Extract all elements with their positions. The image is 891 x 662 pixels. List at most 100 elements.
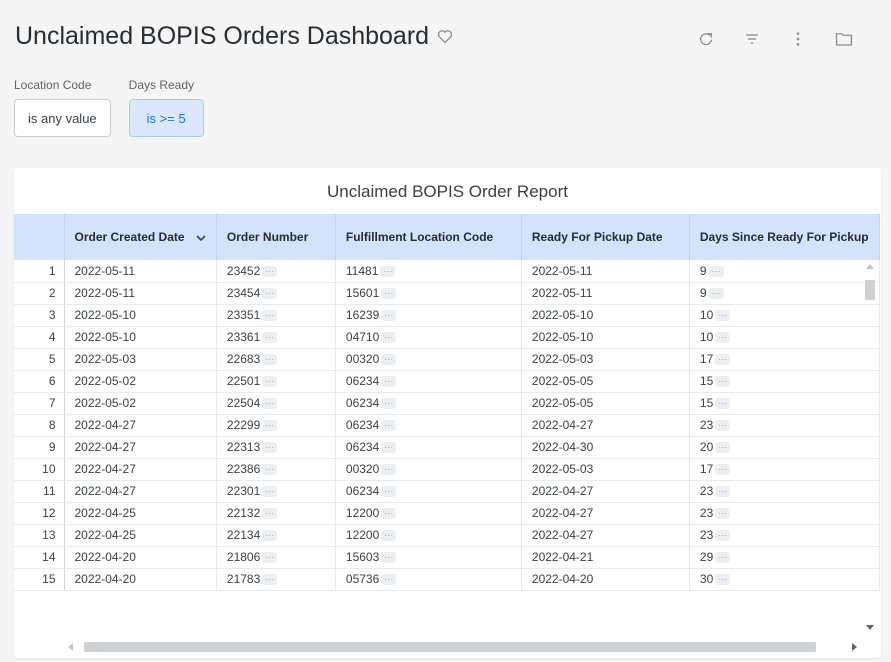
order-number-cell[interactable]: 22132 ··· (216, 502, 336, 525)
column-header-order-created-date[interactable]: Order Created Date (64, 214, 217, 260)
drill-menu-ellipsis[interactable]: ··· (715, 420, 731, 431)
fulfillment-location-code-cell[interactable]: 06234 ··· (335, 480, 522, 503)
days-since-ready-cell[interactable]: 30 ··· (689, 568, 880, 591)
drill-menu-ellipsis[interactable]: ··· (708, 265, 724, 277)
order-number-cell[interactable]: 22134 ··· (216, 524, 336, 547)
drill-menu-ellipsis[interactable]: ··· (262, 508, 278, 519)
drill-menu-ellipsis[interactable]: ··· (262, 265, 278, 277)
chevron-down-icon[interactable] (196, 230, 206, 244)
drill-menu-ellipsis[interactable]: ··· (715, 376, 731, 387)
days-since-ready-cell[interactable]: 20 ··· (689, 436, 880, 459)
more-vert-icon[interactable] (775, 28, 821, 50)
fulfillment-location-code-cell[interactable]: 04710 ··· (335, 326, 522, 349)
drill-menu-ellipsis[interactable]: ··· (262, 310, 278, 321)
drill-menu-ellipsis[interactable]: ··· (381, 552, 397, 563)
drill-menu-ellipsis[interactable]: ··· (715, 332, 731, 343)
order-number-cell[interactable]: 23361 ··· (216, 326, 336, 349)
days-since-ready-cell[interactable]: 29 ··· (689, 546, 880, 569)
order-number-cell[interactable]: 23454 ··· (216, 282, 336, 305)
fulfillment-location-code-cell[interactable]: 06234 ··· (335, 370, 522, 393)
fulfillment-location-code-cell[interactable]: 15601 ··· (335, 282, 522, 305)
fulfillment-location-code-cell[interactable]: 12200 ··· (335, 502, 522, 525)
drill-menu-ellipsis[interactable]: ··· (381, 288, 397, 299)
fulfillment-location-code-cell[interactable]: 00320 ··· (335, 458, 522, 481)
order-number-cell[interactable]: 21783 ··· (216, 568, 336, 591)
days-since-ready-cell[interactable]: 23 ··· (689, 524, 880, 547)
days-since-ready-cell[interactable]: 17 ··· (689, 458, 880, 481)
order-number-cell[interactable]: 22504 ··· (216, 392, 336, 415)
drill-menu-ellipsis[interactable]: ··· (708, 288, 724, 299)
drill-menu-ellipsis[interactable]: ··· (381, 354, 397, 365)
drill-menu-ellipsis[interactable]: ··· (262, 464, 278, 475)
order-number-cell[interactable]: 22299 ··· (216, 414, 336, 437)
order-number-cell[interactable]: 22313 ··· (216, 436, 336, 459)
column-header-ready-for-pickup-date[interactable]: Ready For Pickup Date (521, 214, 690, 260)
drill-menu-ellipsis[interactable]: ··· (381, 310, 397, 321)
drill-menu-ellipsis[interactable]: ··· (381, 420, 397, 431)
drill-menu-ellipsis[interactable]: ··· (381, 464, 397, 475)
order-number-cell[interactable]: 22501 ··· (216, 370, 336, 393)
heart-outline-icon[interactable] (437, 29, 453, 44)
drill-menu-ellipsis[interactable]: ··· (715, 552, 731, 563)
days-since-ready-cell[interactable]: 17 ··· (689, 348, 880, 371)
drill-menu-ellipsis[interactable]: ··· (262, 376, 278, 387)
scroll-thumb[interactable] (865, 280, 875, 300)
column-header-order-number[interactable]: Order Number (216, 214, 336, 260)
drill-menu-ellipsis[interactable]: ··· (715, 530, 731, 541)
horizontal-scrollbar[interactable] (64, 640, 861, 654)
filter-location-code-button[interactable]: is any value (14, 99, 111, 137)
drill-menu-ellipsis[interactable]: ··· (381, 398, 397, 409)
scroll-down-arrow-icon[interactable] (866, 625, 874, 630)
fulfillment-location-code-cell[interactable]: 15603 ··· (335, 546, 522, 569)
drill-menu-ellipsis[interactable]: ··· (380, 265, 396, 277)
scroll-right-arrow-icon[interactable] (852, 643, 857, 651)
filter-days-ready-button[interactable]: is >= 5 (128, 99, 204, 137)
drill-menu-ellipsis[interactable]: ··· (262, 420, 278, 431)
days-since-ready-cell[interactable]: 9 ··· (689, 260, 880, 283)
vertical-scrollbar[interactable] (863, 260, 877, 634)
drill-menu-ellipsis[interactable]: ··· (715, 354, 731, 365)
drill-menu-ellipsis[interactable]: ··· (262, 398, 278, 409)
fulfillment-location-code-cell[interactable]: 11481 ··· (335, 260, 522, 283)
days-since-ready-cell[interactable]: 23 ··· (689, 480, 880, 503)
fulfillment-location-code-cell[interactable]: 06234 ··· (335, 436, 522, 459)
days-since-ready-cell[interactable]: 10 ··· (689, 326, 880, 349)
fulfillment-location-code-cell[interactable]: 12200 ··· (335, 524, 522, 547)
order-number-cell[interactable]: 23351 ··· (216, 304, 336, 327)
refresh-icon[interactable] (683, 28, 729, 50)
drill-menu-ellipsis[interactable]: ··· (715, 486, 731, 497)
drill-menu-ellipsis[interactable]: ··· (262, 332, 278, 343)
fulfillment-location-code-cell[interactable]: 16239 ··· (335, 304, 522, 327)
fulfillment-location-code-cell[interactable]: 06234 ··· (335, 414, 522, 437)
days-since-ready-cell[interactable]: 10 ··· (689, 304, 880, 327)
scroll-up-arrow-icon[interactable] (866, 264, 874, 269)
order-number-cell[interactable]: 22301 ··· (216, 480, 336, 503)
drill-menu-ellipsis[interactable]: ··· (715, 464, 731, 475)
drill-menu-ellipsis[interactable]: ··· (715, 442, 731, 453)
drill-menu-ellipsis[interactable]: ··· (381, 508, 397, 519)
column-header-fulfillment-location-code[interactable]: Fulfillment Location Code (335, 214, 522, 260)
scroll-thumb[interactable] (84, 642, 816, 652)
drill-menu-ellipsis[interactable]: ··· (715, 310, 731, 321)
days-since-ready-cell[interactable]: 15 ··· (689, 392, 880, 415)
drill-menu-ellipsis[interactable]: ··· (381, 574, 397, 585)
days-since-ready-cell[interactable]: 23 ··· (689, 502, 880, 525)
drill-menu-ellipsis[interactable]: ··· (381, 486, 397, 497)
drill-menu-ellipsis[interactable]: ··· (381, 530, 397, 541)
drill-menu-ellipsis[interactable]: ··· (715, 398, 731, 409)
drill-menu-ellipsis[interactable]: ··· (262, 486, 278, 497)
folder-icon[interactable] (821, 28, 867, 50)
order-number-cell[interactable]: 23452 ··· (216, 260, 336, 283)
order-number-cell[interactable]: 22683 ··· (216, 348, 336, 371)
drill-menu-ellipsis[interactable]: ··· (381, 442, 397, 453)
column-header-days-since-ready[interactable]: Days Since Ready For Pickup (689, 214, 880, 260)
drill-menu-ellipsis[interactable]: ··· (715, 508, 731, 519)
drill-menu-ellipsis[interactable]: ··· (262, 530, 278, 541)
fulfillment-location-code-cell[interactable]: 00320 ··· (335, 348, 522, 371)
filter-icon[interactable] (729, 28, 775, 50)
fulfillment-location-code-cell[interactable]: 06234 ··· (335, 392, 522, 415)
order-number-cell[interactable]: 22386 ··· (216, 458, 336, 481)
days-since-ready-cell[interactable]: 9 ··· (689, 282, 880, 305)
drill-menu-ellipsis[interactable]: ··· (262, 552, 278, 563)
drill-menu-ellipsis[interactable]: ··· (262, 442, 278, 453)
